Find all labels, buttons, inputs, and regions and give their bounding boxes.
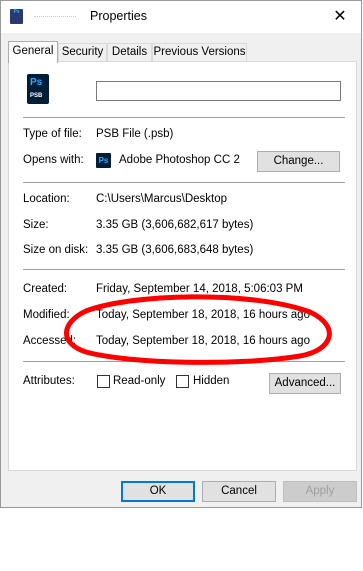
modified-value: Today, September 18, 2018, 16 hours ago xyxy=(96,309,310,321)
close-button[interactable]: ✕ xyxy=(326,5,354,29)
type-of-file-value: PSB File (.psb) xyxy=(96,128,174,140)
location-value: C:\Users\Marcus\Desktop xyxy=(96,193,228,205)
readonly-checkbox[interactable] xyxy=(97,375,110,388)
photoshop-file-icon: Ps xyxy=(10,9,23,24)
file-name-input[interactable] xyxy=(96,81,341,101)
opens-with-value: Adobe Photoshop CC 2 xyxy=(119,154,240,166)
opens-with-label: Opens with: xyxy=(23,154,84,166)
modified-label: Modified: xyxy=(23,309,70,321)
change-button[interactable]: Change... xyxy=(257,151,340,172)
tab-details[interactable]: Details xyxy=(107,43,152,61)
attributes-label: Attributes: xyxy=(23,375,75,387)
accessed-value: Today, September 18, 2018, 16 hours ago xyxy=(96,335,310,347)
advanced-button[interactable]: Advanced... xyxy=(269,373,341,394)
hidden-checkbox[interactable] xyxy=(176,375,189,388)
photoshop-app-icon: Ps xyxy=(96,153,111,168)
general-panel: Ps PSB Type of file: PSB File (.psb) Ope… xyxy=(8,61,357,471)
apply-button[interactable]: Apply xyxy=(283,481,357,502)
hidden-label: Hidden xyxy=(193,375,230,387)
file-icon-bottom-text: PSB xyxy=(30,93,43,99)
cancel-button[interactable]: Cancel xyxy=(202,481,276,502)
tab-general[interactable]: General xyxy=(8,41,58,63)
tab-previous-versions[interactable]: Previous Versions xyxy=(152,43,247,61)
accessed-label: Accessed: xyxy=(23,335,77,347)
window-title: Properties xyxy=(90,9,147,23)
size-on-disk-label: Size on disk: xyxy=(23,244,89,256)
divider xyxy=(23,269,345,270)
size-value: 3.35 GB (3,606,682,617 bytes) xyxy=(96,219,254,231)
title-icon-text: Ps xyxy=(13,9,20,15)
location-label: Location: xyxy=(23,193,70,205)
divider xyxy=(23,361,345,362)
divider xyxy=(23,117,345,118)
size-on-disk-value: 3.35 GB (3,606,683,648 bytes) xyxy=(96,244,254,256)
type-of-file-label: Type of file: xyxy=(23,128,82,140)
size-label: Size: xyxy=(23,219,49,231)
properties-dialog: Ps Properties ✕ General Security Details… xyxy=(0,0,362,508)
created-label: Created: xyxy=(23,283,68,295)
readonly-label: Read-only xyxy=(113,375,166,387)
title-bar: Ps Properties ✕ xyxy=(1,1,361,33)
title-filename-placeholder xyxy=(34,16,76,19)
tab-security[interactable]: Security xyxy=(58,43,107,61)
created-value: Friday, September 14, 2018, 5:06:03 PM xyxy=(96,283,303,295)
close-icon: ✕ xyxy=(333,8,347,25)
ok-button[interactable]: OK xyxy=(121,481,195,502)
file-icon-top-text: Ps xyxy=(30,77,43,88)
divider xyxy=(23,182,345,183)
photoshop-file-icon: Ps PSB xyxy=(27,74,49,104)
